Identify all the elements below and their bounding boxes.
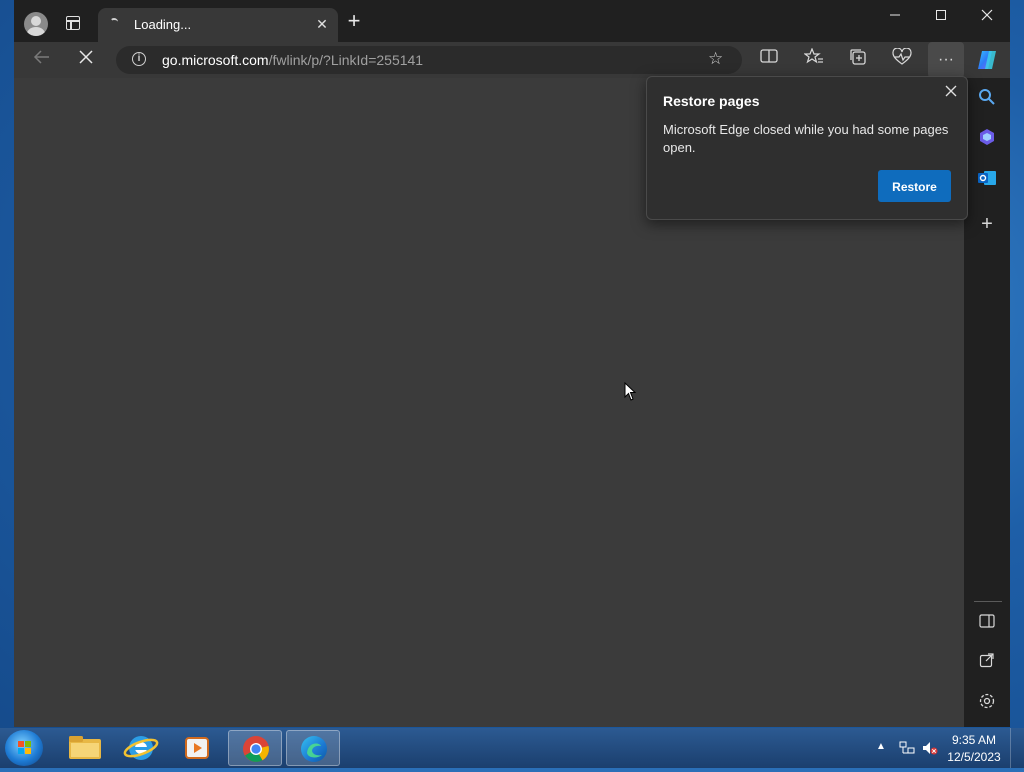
dialog-title: Restore pages [663,93,760,109]
windows-media-player-icon[interactable] [170,730,224,766]
tab-title: Loading... [134,17,192,32]
new-tab-icon[interactable]: + [344,10,364,32]
clock-date[interactable]: 12/5/2023 [946,750,1002,764]
more-icon[interactable]: ··· [928,42,964,78]
add-icon[interactable]: + [975,212,999,236]
url-path: /fwlink/p/?LinkId=255141 [268,52,424,68]
microsoft-edge-icon[interactable] [286,730,340,766]
dialog-close-icon[interactable] [941,81,961,101]
close-window-icon[interactable] [964,0,1010,32]
address-bar[interactable]: i go.microsoft.com/fwlink/p/?LinkId=2551… [116,46,742,74]
navigation-toolbar: i go.microsoft.com/fwlink/p/?LinkId=2551… [14,42,1010,78]
collections-icon[interactable] [846,48,870,72]
outlook-icon[interactable] [975,168,999,192]
edge-sidebar: + [964,78,1010,727]
volume-muted-icon[interactable] [922,741,938,758]
network-icon[interactable] [899,741,915,758]
loading-spinner-icon [110,18,118,26]
internet-explorer-icon[interactable] [114,730,168,766]
restore-pages-dialog: Restore pages Microsoft Edge closed whil… [646,76,968,220]
mouse-cursor-icon [624,382,637,401]
sidebar-separator [974,601,1002,602]
external-link-icon[interactable] [975,652,999,676]
tab-bar: Loading... ✕ + [14,0,1010,42]
start-button[interactable] [5,730,43,766]
windows-explorer-icon[interactable] [58,730,112,766]
url-domain: go.microsoft.com [162,52,269,68]
info-icon[interactable]: i [132,52,146,66]
clock-time[interactable]: 9:35 AM [946,733,1002,747]
stop-icon[interactable] [74,48,98,72]
taskbar: ▲ 9:35 AM 12/5/2023 [0,728,1024,768]
dialog-message: Microsoft Edge closed while you had some… [663,122,949,155]
maximize-icon[interactable] [918,0,964,32]
windows-logo-icon [18,741,32,755]
google-chrome-icon[interactable] [228,730,282,766]
favorite-star-icon[interactable]: ☆ [708,49,723,69]
copilot-icon[interactable] [975,48,999,72]
tab-loading[interactable]: Loading... ✕ [98,8,338,42]
favorites-icon[interactable] [802,47,826,72]
profile-avatar-icon[interactable] [24,12,48,36]
copilot-icon[interactable] [975,128,999,152]
show-hidden-icons-icon[interactable]: ▲ [876,741,886,752]
heart-pulse-icon[interactable] [890,47,914,72]
split-screen-icon[interactable] [757,48,781,72]
url-text[interactable]: go.microsoft.com/fwlink/p/?LinkId=255141 [162,52,423,68]
settings-icon[interactable] [975,692,999,716]
show-desktop-button[interactable] [1010,728,1024,768]
back-icon[interactable] [30,48,54,72]
tab-actions-icon[interactable] [66,16,80,30]
tab-close-icon[interactable]: ✕ [314,16,330,32]
sidebar-toggle-icon[interactable] [975,612,999,636]
search-icon[interactable] [975,88,999,112]
minimize-icon[interactable] [872,0,918,32]
restore-button[interactable]: Restore [878,170,951,202]
